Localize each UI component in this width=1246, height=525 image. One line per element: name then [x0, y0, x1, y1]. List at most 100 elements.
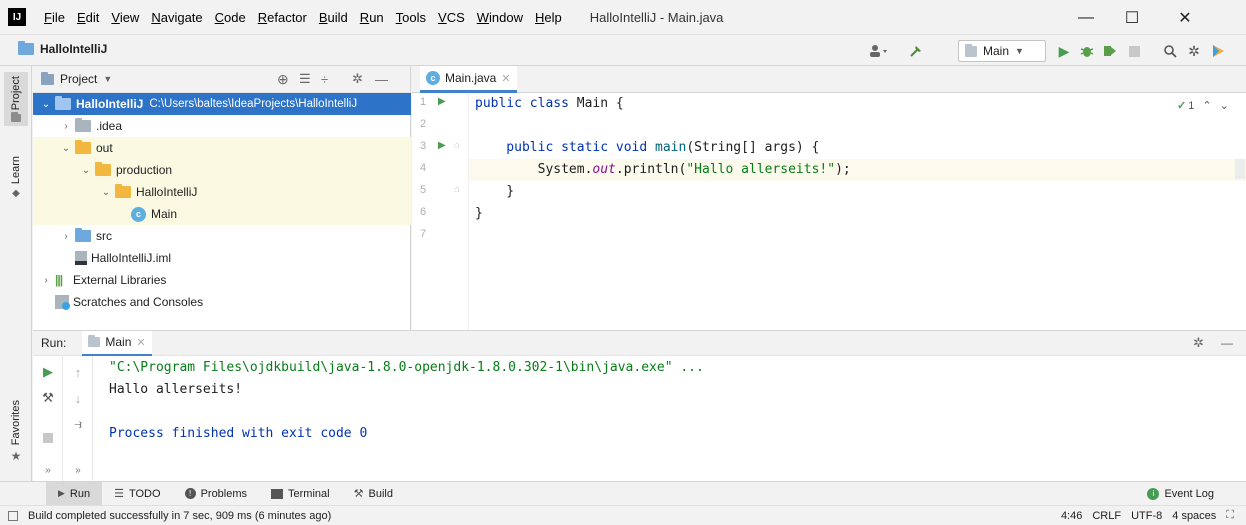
lock-icon[interactable]: ⛶ — [1226, 509, 1234, 522]
build-hammer-icon[interactable] — [906, 41, 926, 61]
tree-row-project-root[interactable]: ⌄ HalloIntelliJ C:\Users\baltes\IdeaProj… — [33, 93, 411, 115]
line-number: 3 — [420, 140, 427, 152]
run-with-coverage-icon[interactable] — [1100, 41, 1120, 61]
chevron-down-icon[interactable]: ⌄ — [1220, 99, 1229, 112]
code-area[interactable]: public class Main { public static void m… — [468, 93, 1246, 330]
menu-navigate[interactable]: Navigate — [145, 0, 208, 35]
favorites-tool-tab[interactable]: Favorites ★ — [4, 400, 28, 463]
tree-label: HalloIntelliJ — [136, 185, 198, 199]
panel-settings-icon[interactable]: ✲ — [352, 71, 363, 87]
collapse-all-icon[interactable]: ÷ — [321, 72, 328, 87]
tab-main-java[interactable]: c Main.java ✕ — [420, 66, 517, 93]
stop-icon[interactable] — [1124, 41, 1144, 61]
code-with-me-icon[interactable] — [1208, 41, 1228, 61]
tree-row-idea[interactable]: › .idea — [33, 115, 411, 137]
menu-code[interactable]: Code — [209, 0, 252, 35]
run-class-gutter-icon[interactable]: ▶ — [438, 96, 446, 107]
tree-row-iml-file[interactable]: HalloIntelliJ.iml — [33, 247, 411, 269]
chevron-right-icon[interactable]: › — [59, 121, 73, 132]
fold-marker-icon[interactable]: ⌂ — [454, 184, 460, 195]
menu-run[interactable]: Run — [354, 0, 390, 35]
close-button[interactable]: ✕ — [1155, 0, 1215, 35]
tree-row-external-libraries[interactable]: › ||| External Libraries — [33, 269, 411, 291]
tree-row-main-class[interactable]: c Main — [33, 203, 411, 225]
menu-window[interactable]: Window — [471, 0, 529, 35]
search-everywhere-icon[interactable] — [1160, 41, 1180, 61]
tab-run[interactable]: ▶ Run — [46, 481, 103, 506]
event-log-label: Event Log — [1164, 487, 1214, 500]
run-method-gutter-icon[interactable]: ▶ — [438, 140, 446, 151]
more-tools-icon[interactable]: » — [70, 462, 86, 478]
run-configuration-select[interactable]: Main ▼ — [958, 40, 1046, 62]
chevron-right-icon[interactable]: › — [39, 275, 53, 286]
stop-icon[interactable] — [40, 430, 56, 446]
arrow-down-icon[interactable]: ↓ — [70, 390, 86, 406]
caret-position[interactable]: 4:46 — [1061, 510, 1082, 522]
menu-file[interactable]: File — [38, 0, 71, 35]
vcs-user-icon[interactable] — [866, 41, 892, 61]
locate-file-icon[interactable]: ⊕ — [277, 71, 289, 88]
menu-view[interactable]: View — [105, 0, 145, 35]
menu-tools[interactable]: Tools — [390, 0, 432, 35]
event-log-tab[interactable]: i Event Log — [1135, 482, 1226, 506]
more-tools-icon[interactable]: » — [40, 462, 56, 478]
chevron-down-icon[interactable]: ⌄ — [39, 99, 53, 110]
code-token: } — [475, 206, 483, 221]
menu-help[interactable]: Help — [529, 0, 568, 35]
chevron-down-icon[interactable]: ▼ — [103, 74, 112, 84]
source-folder-icon — [75, 228, 91, 242]
project-view-label[interactable]: Project — [60, 72, 97, 86]
project-breadcrumb[interactable]: HalloIntelliJ — [18, 41, 107, 56]
wrench-icon[interactable]: ⚒ — [40, 390, 56, 406]
chevron-right-icon[interactable]: › — [59, 231, 73, 242]
menu-vcs[interactable]: VCS — [432, 0, 471, 35]
run-tab-label: Main — [105, 335, 132, 349]
hide-panel-icon[interactable]: — — [375, 72, 388, 87]
minimize-button[interactable]: — — [1063, 0, 1109, 35]
project-tool-label: Project — [10, 76, 22, 111]
debug-icon[interactable] — [1077, 41, 1097, 61]
arrow-up-icon[interactable]: ↑ — [70, 364, 86, 380]
menu-build[interactable]: Build — [313, 0, 354, 35]
file-encoding[interactable]: UTF-8 — [1131, 510, 1162, 522]
menu-edit[interactable]: Edit — [71, 0, 105, 35]
run-tab-main[interactable]: Main ✕ — [82, 330, 152, 356]
tab-problems-label: Problems — [200, 487, 248, 500]
editor-scrollbar[interactable] — [1235, 159, 1245, 179]
inspection-widget[interactable]: ✓ 1 ⌃ ⌄ — [1177, 99, 1229, 113]
tree-row-output-module[interactable]: ⌄ HalloIntelliJ — [33, 181, 411, 203]
tree-row-production[interactable]: ⌄ production — [33, 159, 411, 181]
tab-problems[interactable]: ! Problems — [173, 482, 259, 506]
tree-row-out[interactable]: ⌄ out — [33, 137, 411, 159]
rerun-icon[interactable]: ▶ — [40, 364, 56, 380]
chevron-down-icon[interactable]: ⌄ — [59, 143, 73, 154]
close-tab-icon[interactable]: ✕ — [136, 336, 145, 349]
run-icon[interactable]: ▶ — [1054, 41, 1074, 61]
chevron-down-icon[interactable]: ⌄ — [99, 187, 113, 198]
run-settings-icon[interactable]: ✲ — [1193, 335, 1204, 351]
code-token: } — [475, 184, 515, 199]
indent-setting[interactable]: 4 spaces — [1172, 510, 1216, 522]
tool-window-toggle-icon[interactable] — [8, 510, 18, 521]
project-tool-tab[interactable]: Project — [4, 72, 28, 127]
run-toolbar-secondary: ↑ ↓ ⥽ » — [63, 356, 93, 482]
chevron-down-icon[interactable]: ⌄ — [79, 165, 93, 176]
status-message[interactable]: Build completed successfully in 7 sec, 9… — [28, 510, 331, 522]
maximize-button[interactable]: ☐ — [1109, 0, 1155, 35]
close-tab-icon[interactable]: ✕ — [501, 72, 510, 85]
tab-terminal[interactable]: Terminal — [259, 482, 342, 506]
tree-row-scratches[interactable]: Scratches and Consoles — [33, 291, 411, 313]
soft-wrap-icon[interactable]: ⥽ — [70, 416, 86, 432]
tab-build[interactable]: ⚒ Build — [342, 482, 405, 506]
line-separator[interactable]: CRLF — [1092, 510, 1121, 522]
expand-all-icon[interactable]: ☰ — [299, 71, 311, 87]
tab-todo[interactable]: ☰ TODO — [102, 482, 172, 506]
settings-gear-icon[interactable]: ✲ — [1184, 41, 1204, 61]
tree-label: Scratches and Consoles — [73, 295, 204, 309]
menu-refactor[interactable]: Refactor — [252, 0, 313, 35]
learn-tool-tab[interactable]: Learn ◆ — [4, 156, 28, 199]
hide-panel-icon[interactable]: — — [1221, 336, 1233, 350]
chevron-up-icon[interactable]: ⌃ — [1202, 99, 1211, 112]
tree-row-src[interactable]: › src — [33, 225, 411, 247]
fold-marker-icon[interactable]: ⌂ — [454, 140, 460, 151]
